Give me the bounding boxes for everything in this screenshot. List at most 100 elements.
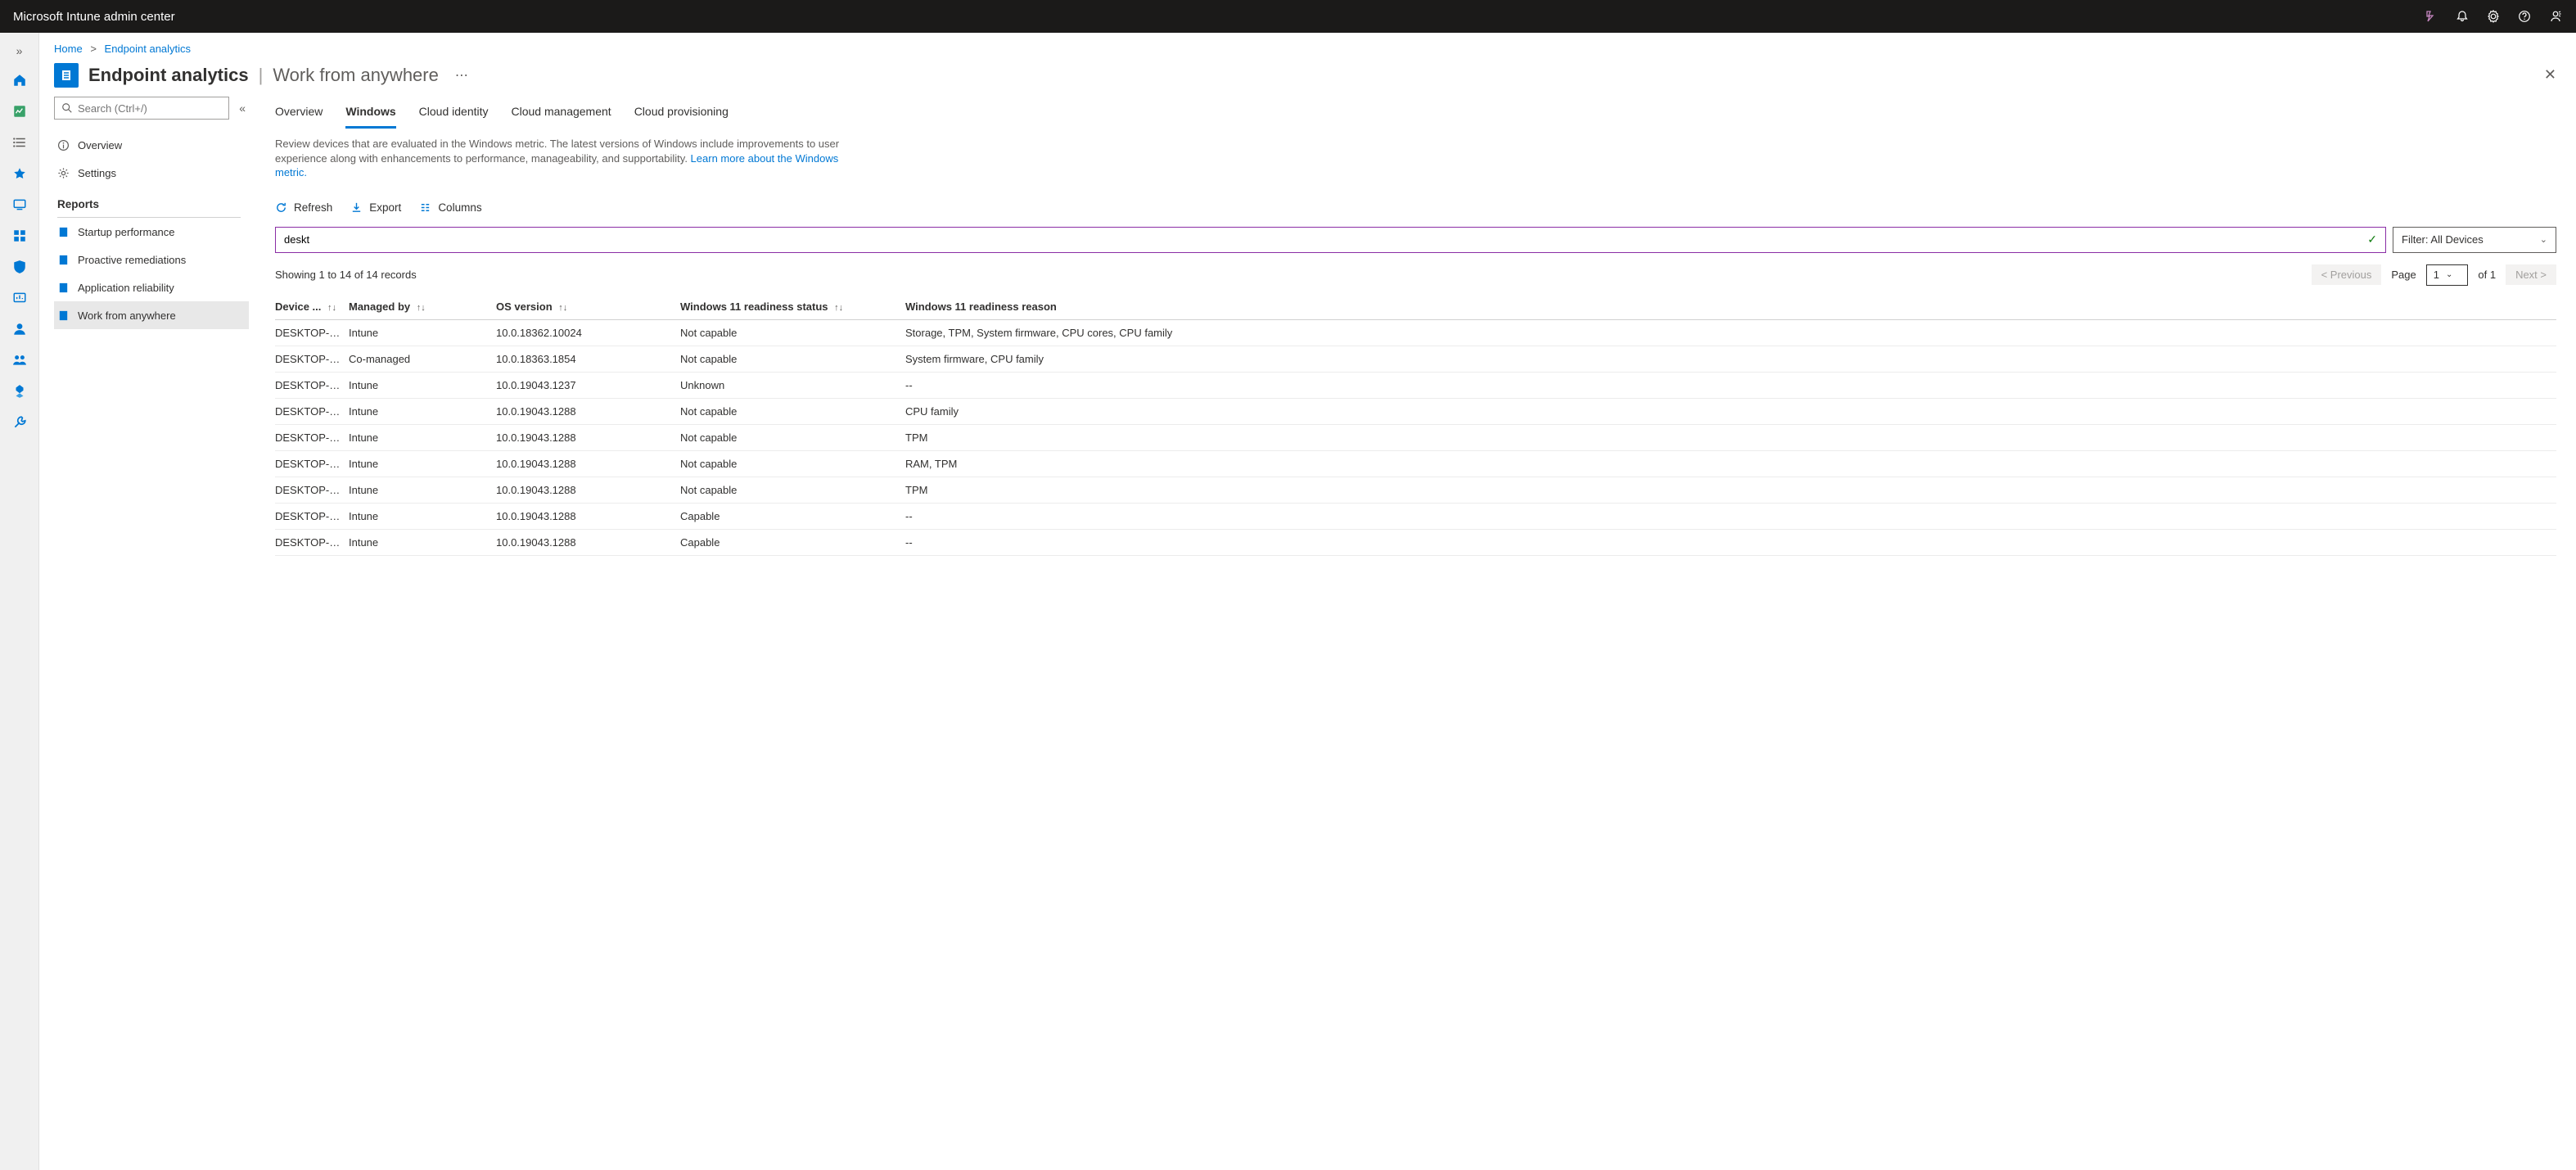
cell-device: DESKTOP-IT... [275,477,349,503]
sidebar-item-startup-performance[interactable]: Startup performance [54,218,249,246]
header-icons [2424,9,2563,24]
sort-icon: ↑↓ [834,303,843,313]
rail-users-icon[interactable] [0,316,39,342]
rail-groups-icon[interactable] [0,347,39,373]
header-managed-by[interactable]: Managed by ↑↓ [349,294,496,320]
cell-managed-by: Intune [349,319,496,346]
rail-troubleshoot-icon[interactable] [0,409,39,436]
rail-reports-icon[interactable] [0,285,39,311]
export-icon [350,201,363,214]
filter-dropdown-label: Filter: All Devices [2402,233,2484,246]
pager-next-button[interactable]: Next > [2506,264,2556,285]
columns-button[interactable]: Columns [419,201,481,214]
pager-previous-button[interactable]: < Previous [2312,264,2382,285]
icon-rail: » [0,33,39,1170]
pager-of-text: of 1 [2478,269,2496,281]
header-reason-label: Windows 11 readiness reason [905,300,1057,313]
breadcrumb-endpoint-analytics[interactable]: Endpoint analytics [105,43,192,55]
table-row[interactable]: DESKTOP-U...Intune10.0.19043.1288Not cap… [275,398,2556,424]
rail-favorites-icon[interactable] [0,160,39,187]
table-row[interactable]: DESKTOP-V...Co-managed10.0.18363.1854Not… [275,346,2556,372]
sidebar-item-proactive-remediations[interactable]: Proactive remediations [54,246,249,273]
page-subtitle: Work from anywhere [273,65,439,86]
table-row[interactable]: DESKTOP-II...Intune10.0.19043.1288Capabl… [275,503,2556,529]
rail-expand-icon[interactable]: » [11,39,28,62]
rail-dashboard-icon[interactable] [0,98,39,124]
cell-reason: RAM, TPM [905,450,2556,477]
tab-overview[interactable]: Overview [275,98,323,129]
tab-windows[interactable]: Windows [345,98,395,129]
tabs: Overview Windows Cloud identity Cloud ma… [275,98,2556,129]
report-icon [57,226,70,238]
side-nav: « Overview Settings Reports Startup perf… [39,97,249,1170]
filter-dropdown[interactable]: Filter: All Devices ⌄ [2393,227,2556,253]
settings-gear-icon[interactable] [2486,9,2501,24]
pager-page-label: Page [2391,269,2416,281]
sidebar-item-label: Work from anywhere [78,309,176,322]
sidebar-item-settings[interactable]: Settings [54,159,249,187]
help-icon[interactable] [2517,9,2532,24]
columns-label: Columns [438,201,481,214]
rail-home-icon[interactable] [0,67,39,93]
cell-os-version: 10.0.19043.1288 [496,450,680,477]
cell-status: Capable [680,503,905,529]
tab-cloud-identity[interactable]: Cloud identity [419,98,489,129]
cell-reason: -- [905,372,2556,398]
export-label: Export [369,201,401,214]
cell-status: Not capable [680,346,905,372]
search-icon [61,102,73,114]
header-readiness-reason[interactable]: Windows 11 readiness reason [905,294,2556,320]
rail-devices-icon[interactable] [0,192,39,218]
cell-status: Not capable [680,450,905,477]
sidebar-item-application-reliability[interactable]: Application reliability [54,273,249,301]
cell-managed-by: Co-managed [349,346,496,372]
tab-cloud-provisioning[interactable]: Cloud provisioning [634,98,729,129]
tab-cloud-management[interactable]: Cloud management [512,98,611,129]
cell-os-version: 10.0.19043.1288 [496,477,680,503]
breadcrumb-home[interactable]: Home [54,43,83,55]
table-toolbar: Refresh Export Columns [275,201,2556,214]
rail-tenant-icon[interactable] [0,378,39,404]
cell-device: DESKTOP-2... [275,319,349,346]
sidebar-search-field[interactable] [78,102,222,115]
table-row[interactable]: DESKTOP-5I...Intune10.0.19043.1288Capabl… [275,529,2556,555]
refresh-label: Refresh [294,201,332,214]
table-search-field[interactable] [284,233,2367,246]
rail-list-icon[interactable] [0,129,39,156]
close-icon[interactable]: ✕ [2539,61,2561,88]
feedback-icon[interactable] [2548,9,2563,24]
sidebar-section-reports: Reports [54,187,249,214]
table-search-input[interactable]: ✓ [275,227,2386,253]
sidebar-item-work-from-anywhere[interactable]: Work from anywhere [54,301,249,329]
sort-icon: ↑↓ [327,303,336,313]
header-readiness-status[interactable]: Windows 11 readiness status ↑↓ [680,294,905,320]
sidebar-search-input[interactable] [54,97,229,120]
cell-reason: Storage, TPM, System firmware, CPU cores… [905,319,2556,346]
header-device[interactable]: Device ... ↑↓ [275,294,349,320]
table-row[interactable]: DESKTOP-3...Intune10.0.19043.1237Unknown… [275,372,2556,398]
filter-row: ✓ Filter: All Devices ⌄ [275,227,2556,253]
report-icon [57,309,70,322]
sidebar-item-overview[interactable]: Overview [54,131,249,159]
notifications-icon[interactable] [2455,9,2470,24]
more-actions-icon[interactable]: ⋯ [449,67,475,84]
table-row[interactable]: DESKTOP-IT...Intune10.0.19043.1288Not ca… [275,477,2556,503]
cell-device: DESKTOP-B... [275,450,349,477]
search-confirm-icon[interactable]: ✓ [2367,233,2377,246]
table-header-row: Device ... ↑↓ Managed by ↑↓ OS version ↑… [275,294,2556,320]
pager-page-select[interactable]: 1 ⌄ [2426,264,2469,286]
header-os-version[interactable]: OS version ↑↓ [496,294,680,320]
title-divider: | [259,65,264,86]
table-row[interactable]: DESKTOP-P9...Intune10.0.19043.1288Not ca… [275,424,2556,450]
cell-managed-by: Intune [349,450,496,477]
copilot-icon[interactable] [2424,9,2438,24]
cell-reason: -- [905,529,2556,555]
table-row[interactable]: DESKTOP-B...Intune10.0.19043.1288Not cap… [275,450,2556,477]
sidebar-collapse-icon[interactable]: « [236,98,249,118]
table-row[interactable]: DESKTOP-2...Intune10.0.18362.10024Not ca… [275,319,2556,346]
chevron-down-icon: ⌄ [2446,270,2452,279]
refresh-button[interactable]: Refresh [275,201,332,214]
export-button[interactable]: Export [350,201,401,214]
rail-apps-icon[interactable] [0,223,39,249]
rail-security-icon[interactable] [0,254,39,280]
